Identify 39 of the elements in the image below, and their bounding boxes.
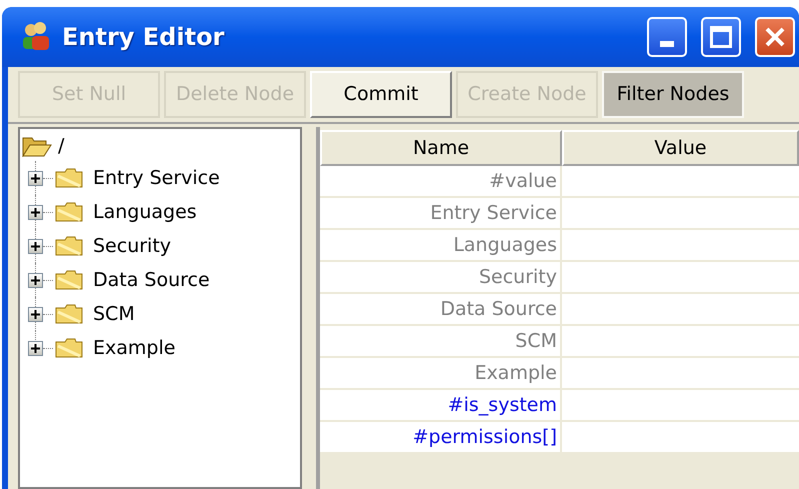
table-cell: Example [320,358,562,388]
toolbar-button[interactable]: Filter Nodes [602,71,744,118]
tree-item[interactable]: / [58,132,64,160]
table-cell: #permissions[] [320,422,562,452]
tree-item[interactable]: Example [93,334,176,362]
table-cell: Entry Service [320,198,562,228]
minimize-icon [660,41,674,47]
expand-icon[interactable] [28,204,43,220]
table-cell: #is_system [320,390,562,420]
tree-item[interactable]: Security [93,232,172,260]
folder-icon [55,236,83,256]
folder-icon [55,202,83,222]
table-cell: Security [320,262,562,292]
table-cell: Languages [320,230,562,260]
tree-item[interactable]: Data Source [93,266,210,294]
table-cell: SCM [320,326,562,356]
table-cell: Data Source [320,294,562,324]
column-header[interactable]: Value [562,130,799,166]
tree-item[interactable]: Languages [93,198,197,226]
window-title: Entry Editor [62,22,224,53]
expand-icon[interactable] [28,170,43,186]
folder-icon [55,338,83,358]
expand-icon[interactable] [28,272,43,288]
close-icon [764,26,786,48]
folder-icon [55,168,83,188]
tree-item[interactable]: Entry Service [93,164,220,192]
column-header[interactable]: Name [320,130,562,166]
tree-item[interactable]: SCM [93,300,135,328]
folder-icon [55,304,83,324]
close-button[interactable] [755,17,795,57]
toolbar-button[interactable]: Commit [310,71,452,118]
table-cell: #value [320,166,562,196]
expand-icon[interactable] [28,238,43,254]
maximize-icon [710,26,732,48]
folder-icon [55,270,83,290]
expand-icon[interactable] [28,340,43,356]
expand-icon[interactable] [28,306,43,322]
minimize-button[interactable] [647,17,687,57]
maximize-button[interactable] [701,17,741,57]
